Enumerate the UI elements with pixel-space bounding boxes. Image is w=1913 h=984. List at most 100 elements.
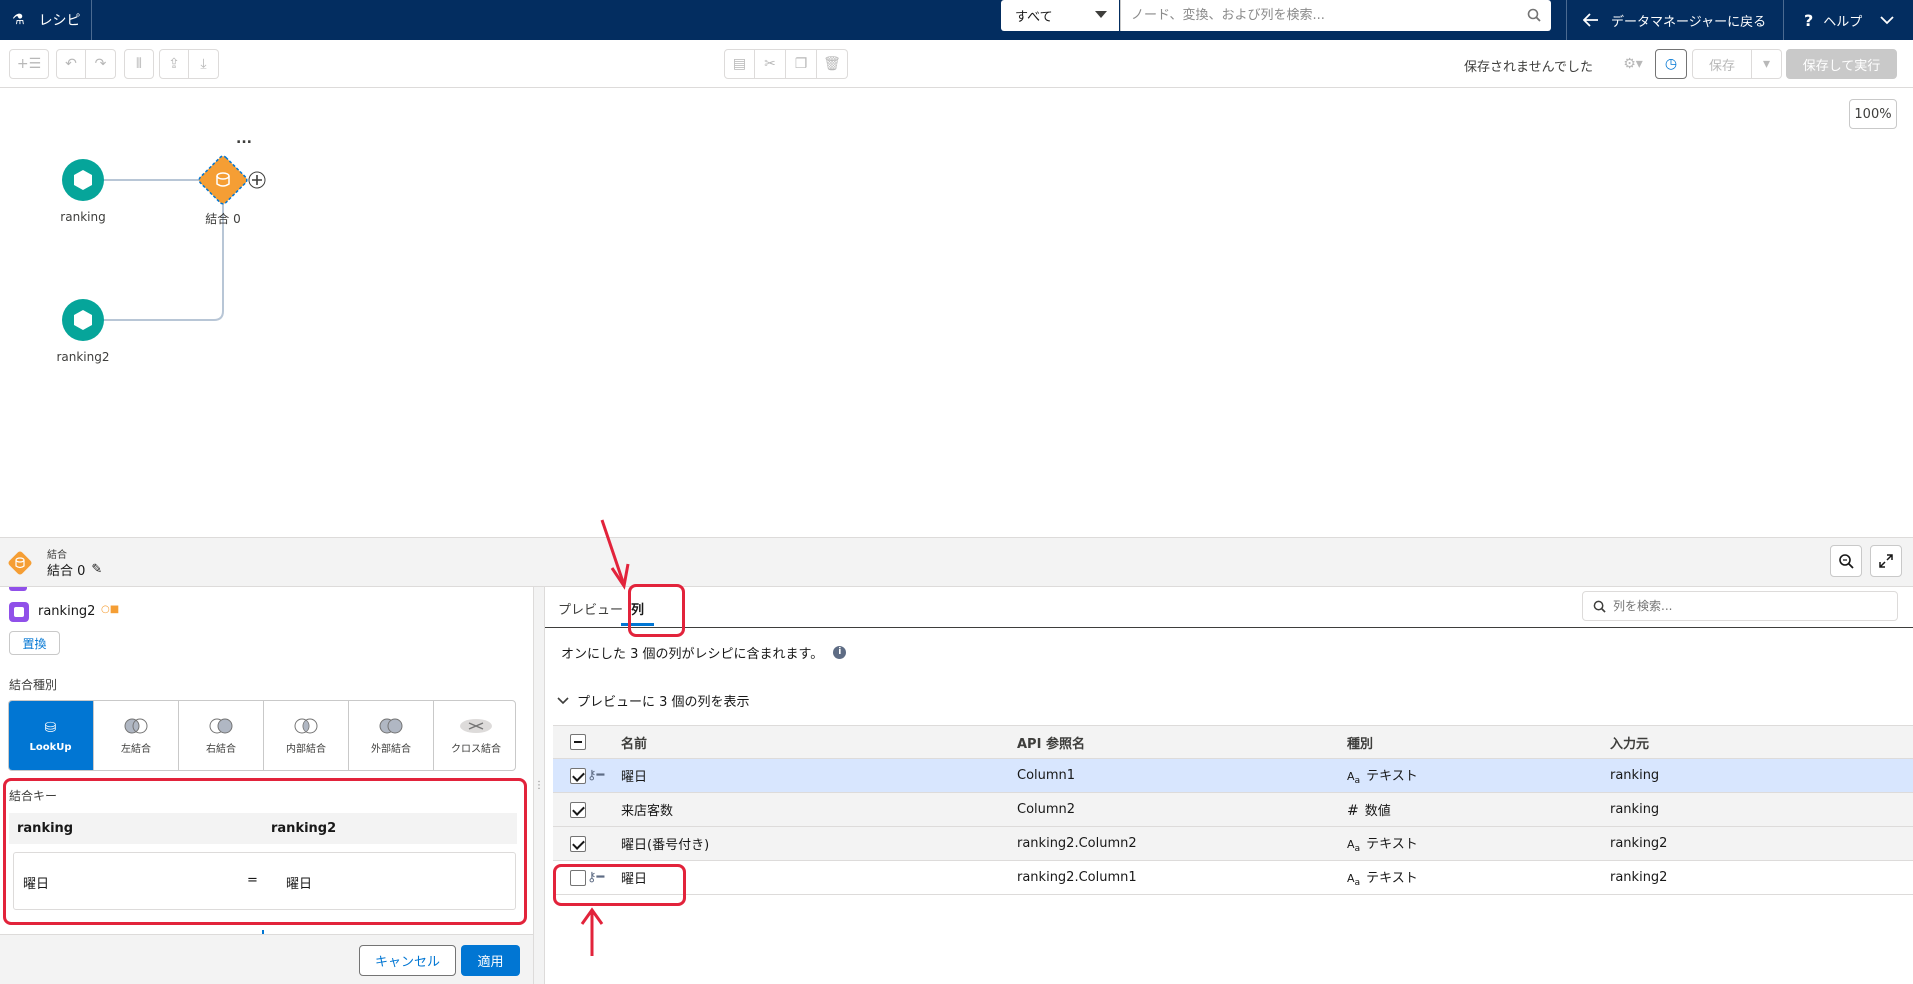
save-button[interactable]: 保存 (1692, 49, 1752, 79)
column-type: テキスト (1366, 768, 1418, 784)
column-api-name: Column1 (1017, 758, 1347, 793)
add-data-icon: +☰ (16, 56, 42, 72)
text-type-icon: Aa (1347, 871, 1361, 889)
section-title: プレビューに 3 個の列を表示 (577, 695, 750, 710)
annotation-box-join-keys (3, 778, 527, 925)
more-actions-icon[interactable]: ... (236, 131, 252, 147)
preview-columns-section[interactable]: プレビューに 3 個の列を表示 (557, 691, 750, 710)
select-all-checkbox[interactable] (570, 734, 586, 750)
history-button[interactable]: ◷ (1655, 49, 1687, 79)
venn-right-icon (209, 718, 233, 733)
download-button[interactable]: ⤓ (189, 49, 219, 79)
input-node-ranking[interactable] (62, 159, 104, 201)
save-label: 保存 (1708, 58, 1735, 74)
join-type-label: 内部結合 (286, 743, 326, 755)
table-header-row: 名前 API 参照名 種別 入力元 (553, 725, 1913, 759)
undo-button[interactable]: ↶ (56, 49, 86, 79)
replace-button[interactable]: 置換 (9, 631, 60, 655)
search-icon[interactable] (1527, 8, 1541, 26)
delete-button[interactable]: 🗑 (817, 49, 848, 79)
annotation-arrow-down (600, 519, 630, 590)
zoom-preview-button[interactable] (1830, 545, 1862, 577)
join-type-lookup[interactable]: ⛁ LookUp (9, 701, 93, 770)
join-type-right[interactable]: 右結合 (178, 701, 263, 770)
row-checkbox[interactable] (570, 767, 586, 784)
annotation-box-unchecked-row (553, 864, 686, 906)
node-panel-header: 結合 結合 0 ✎ (0, 537, 1913, 587)
info-icon[interactable]: i (833, 646, 847, 659)
save-status: 保存されませんでした (1464, 60, 1593, 75)
cancel-button[interactable]: キャンセル (359, 945, 456, 976)
back-to-data-manager-link[interactable]: データマネージャーに戻る (1566, 0, 1783, 40)
align-icon: ⫴ (136, 56, 142, 72)
tab-preview[interactable]: プレビュー (558, 599, 623, 618)
arrow-left-icon (1583, 13, 1598, 27)
chevron-down-icon (557, 696, 569, 704)
global-search-input[interactable] (1121, 0, 1511, 31)
join-type-inner[interactable]: 内部結合 (263, 701, 348, 770)
table-row[interactable]: ⚷━ 曜日 Column1 Aa テキスト ranking (553, 758, 1913, 793)
expand-panel-button[interactable] (1870, 545, 1902, 577)
tab-underline (545, 627, 1913, 628)
join-type-outer[interactable]: 外部結合 (348, 701, 433, 770)
add-data-button[interactable]: +☰ (9, 49, 49, 79)
column-type: 数値 (1364, 804, 1391, 819)
venn-left-icon (124, 718, 148, 733)
save-menu-button[interactable]: ▾ (1752, 49, 1782, 79)
join-type-label: 外部結合 (371, 743, 411, 755)
cancel-label: キャンセル (374, 955, 440, 970)
table-row[interactable]: ⚷━ 曜日 ranking2.Column1 Aa テキスト ranking2 (553, 860, 1913, 895)
clipboard-icon: ▤ (732, 56, 747, 72)
column-search[interactable] (1582, 591, 1898, 621)
column-name: 曜日 (621, 758, 1017, 793)
replace-label: 置換 (22, 636, 47, 651)
text-type-icon: Aa (1347, 769, 1361, 787)
help-menu[interactable]: ? ヘルプ (1783, 0, 1913, 40)
search-scope-select[interactable]: すべて (1001, 0, 1119, 31)
panel-node-name-label: 結合 0 (47, 564, 86, 579)
row-checkbox[interactable] (570, 835, 586, 852)
trash-icon: 🗑 (823, 56, 841, 72)
column-source: ranking (1610, 758, 1913, 793)
cut-button[interactable]: ✂ (755, 49, 786, 79)
save-and-run-label: 保存して実行 (1802, 58, 1881, 74)
join-type-label: 右結合 (206, 743, 236, 755)
node-label-ranking: ranking (60, 210, 106, 224)
align-button[interactable]: ⫴ (124, 49, 154, 79)
redo-icon: ↷ (94, 56, 107, 72)
apply-button[interactable]: 適用 (461, 945, 520, 976)
column-source: ranking2 (1610, 826, 1913, 861)
join-node[interactable] (198, 155, 249, 206)
upload-icon: ⇪ (168, 56, 180, 72)
settings-button[interactable]: ⚙▾ (1616, 49, 1650, 79)
row-checkbox[interactable] (570, 801, 586, 818)
venn-outer-icon (379, 718, 403, 733)
input-node-ranking2[interactable] (62, 299, 104, 341)
global-search[interactable] (1120, 0, 1551, 31)
table-row[interactable]: 来店客数 Column2 # 数値 ranking (553, 792, 1913, 827)
paste-button[interactable]: ▤ (724, 49, 755, 79)
divider (91, 0, 92, 40)
pane-splitter[interactable]: ⋮ (534, 587, 544, 984)
copy-button[interactable]: ❐ (786, 49, 817, 79)
undo-icon: ↶ (65, 56, 77, 72)
save-and-run-button[interactable]: 保存して実行 (1786, 49, 1897, 79)
join-type-title: 結合種別 (9, 678, 58, 692)
join-type-cross[interactable]: クロス結合 (433, 701, 515, 770)
zoom-level[interactable]: 100% (1849, 99, 1897, 129)
redo-button[interactable]: ↷ (86, 49, 116, 79)
join-type-left[interactable]: 左結合 (93, 701, 178, 770)
upload-button[interactable]: ⇪ (159, 49, 189, 79)
columns-table: 名前 API 参照名 種別 入力元 ⚷━ 曜日 Column1 Aa テキスト r… (553, 725, 1913, 895)
node-label-ranking2: ranking2 (56, 350, 110, 364)
pencil-icon[interactable]: ✎ (91, 562, 102, 577)
join-type-label: LookUp (29, 741, 72, 753)
header-source: 入力元 (1610, 725, 1913, 759)
add-node-icon[interactable] (248, 171, 266, 189)
key-icon: ○■ (101, 604, 120, 615)
column-search-input[interactable] (1613, 596, 1883, 616)
column-type: テキスト (1366, 836, 1418, 852)
recipe-canvas[interactable]: 100% ... ranking 結合 0 ranking2 (0, 89, 1913, 537)
table-row[interactable]: 曜日(番号付き) ranking2.Column2 Aa テキスト ranking… (553, 826, 1913, 861)
search-icon (1593, 600, 1606, 613)
